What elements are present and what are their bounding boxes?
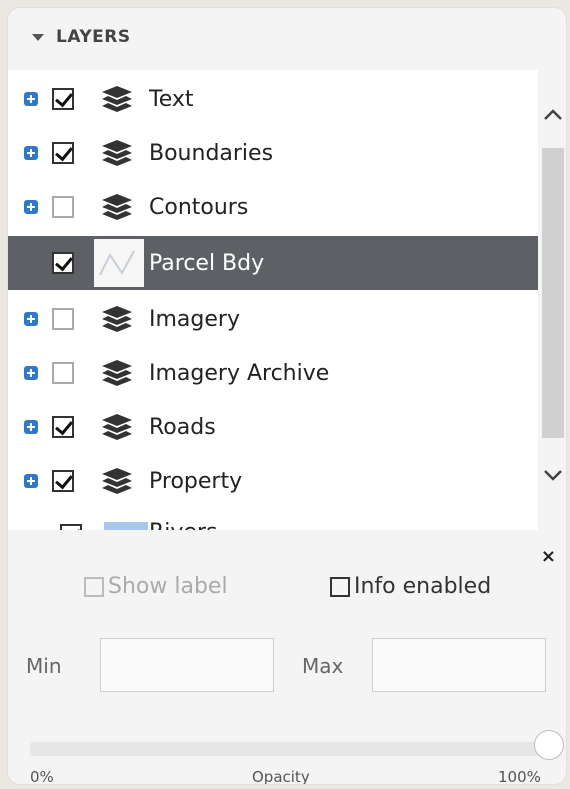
opacity-label: Opacity bbox=[252, 768, 310, 784]
layer-label: Contours bbox=[149, 194, 249, 220]
layer-label: Imagery Archive bbox=[149, 360, 330, 386]
layer-label: Boundaries bbox=[149, 140, 274, 166]
layer-visibility-checkbox[interactable] bbox=[52, 362, 74, 384]
layer-row-rivers[interactable]: Rivers bbox=[8, 508, 538, 530]
layer-row-roads[interactable]: Roads bbox=[8, 400, 538, 454]
checkbox-box[interactable] bbox=[330, 576, 350, 597]
expand-plus-icon[interactable] bbox=[24, 200, 38, 214]
layers-panel: LAYERS Text Boundaries Contours Parcel B… bbox=[8, 8, 566, 784]
scrollbar-thumb[interactable] bbox=[542, 148, 564, 438]
layer-label: Rivers bbox=[149, 520, 217, 530]
checkbox-box[interactable] bbox=[84, 576, 104, 597]
layer-label: Parcel Bdy bbox=[149, 250, 265, 276]
opacity-min-label: 0% bbox=[30, 768, 54, 784]
layer-visibility-checkbox[interactable] bbox=[52, 142, 74, 164]
layers-header[interactable]: LAYERS bbox=[8, 8, 566, 66]
expand-plus-icon[interactable] bbox=[24, 312, 38, 326]
info-enabled-checkbox[interactable]: Info enabled bbox=[330, 574, 491, 599]
layers-icon bbox=[102, 194, 132, 220]
layer-visibility-checkbox[interactable] bbox=[52, 470, 74, 492]
layer-label: Property bbox=[149, 468, 243, 494]
scroll-up-icon[interactable] bbox=[542, 104, 564, 126]
max-label: Max bbox=[302, 654, 344, 678]
min-label: Min bbox=[26, 654, 62, 678]
max-input[interactable] bbox=[372, 638, 546, 692]
expand-plus-icon[interactable] bbox=[24, 92, 38, 106]
expand-plus-icon[interactable] bbox=[24, 420, 38, 434]
layer-visibility-checkbox[interactable] bbox=[52, 416, 74, 438]
layer-visibility-checkbox[interactable] bbox=[52, 88, 74, 110]
info-enabled-text: Info enabled bbox=[354, 574, 492, 599]
area-symbol-thumbnail bbox=[104, 522, 148, 530]
opacity-max-label: 100% bbox=[498, 768, 541, 784]
expand-plus-icon[interactable] bbox=[24, 146, 38, 160]
show-label-text: Show label bbox=[108, 574, 228, 599]
show-label-checkbox[interactable]: Show label bbox=[84, 574, 228, 599]
caret-down-icon[interactable] bbox=[32, 33, 44, 41]
layers-icon bbox=[102, 306, 132, 332]
layer-list: Text Boundaries Contours Parcel Bdy Imag… bbox=[8, 70, 538, 530]
layer-visibility-checkbox[interactable] bbox=[52, 196, 74, 218]
layers-icon bbox=[102, 414, 132, 440]
layers-icon bbox=[102, 86, 132, 112]
layers-icon bbox=[102, 468, 132, 494]
opacity-slider-track[interactable] bbox=[30, 742, 540, 756]
layer-row-parcel-bdy[interactable]: Parcel Bdy bbox=[8, 236, 538, 290]
layer-row-text[interactable]: Text bbox=[8, 72, 538, 126]
panel-title: LAYERS bbox=[56, 27, 131, 47]
layer-row-imagery-archive[interactable]: Imagery Archive bbox=[8, 346, 538, 400]
layer-label: Text bbox=[149, 86, 194, 112]
opacity-slider-handle[interactable] bbox=[534, 730, 564, 760]
line-symbol-thumbnail bbox=[94, 239, 144, 287]
layer-properties: × Show label Info enabled Min Max 0% Opa… bbox=[8, 530, 566, 784]
layer-label: Imagery bbox=[149, 306, 240, 332]
expand-plus-icon[interactable] bbox=[24, 366, 38, 380]
layer-visibility-checkbox[interactable] bbox=[52, 308, 74, 330]
layers-icon bbox=[102, 140, 132, 166]
scroll-down-icon[interactable] bbox=[542, 464, 564, 486]
expand-plus-icon[interactable] bbox=[24, 474, 38, 488]
min-input[interactable] bbox=[100, 638, 274, 692]
close-icon[interactable]: × bbox=[541, 546, 556, 567]
layer-visibility-checkbox[interactable] bbox=[52, 252, 74, 274]
layer-row-boundaries[interactable]: Boundaries bbox=[8, 126, 538, 180]
layers-icon bbox=[102, 360, 132, 386]
layer-row-contours[interactable]: Contours bbox=[8, 180, 538, 234]
layer-label: Roads bbox=[149, 414, 216, 440]
layer-row-imagery[interactable]: Imagery bbox=[8, 292, 538, 346]
layer-row-property[interactable]: Property bbox=[8, 454, 538, 508]
